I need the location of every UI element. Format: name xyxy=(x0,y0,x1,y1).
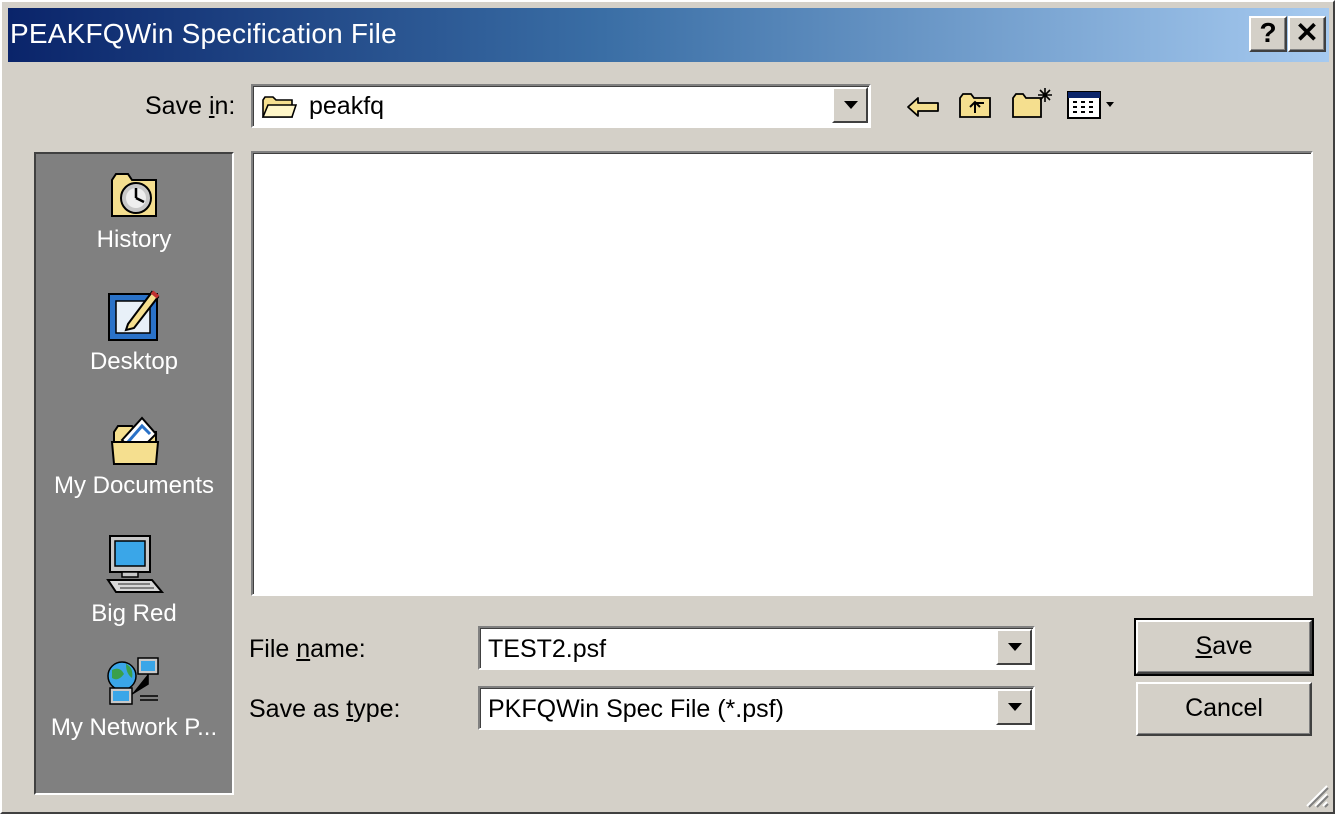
folder-icon xyxy=(261,96,297,118)
network-places-icon xyxy=(107,657,159,705)
window-title: PEAKFQWin Specification File xyxy=(10,18,397,49)
save-in-label: Save in: xyxy=(145,91,235,121)
help-button[interactable]: ? xyxy=(1249,16,1287,52)
history-icon xyxy=(111,173,157,217)
desktop-icon xyxy=(108,290,160,341)
view-menu-icon[interactable] xyxy=(1066,90,1122,120)
chevron-down-icon xyxy=(1008,703,1022,711)
place-desktop[interactable]: Desktop xyxy=(36,288,232,376)
save-dialog: PEAKFQWin Specification File ? ✕ Save in… xyxy=(0,0,1335,814)
save-button-label: ave xyxy=(1212,632,1253,660)
save-type-dropdown-button[interactable] xyxy=(996,689,1032,725)
place-label: My Network P... xyxy=(50,714,218,741)
save-button[interactable]: Save xyxy=(1134,618,1314,676)
chevron-down-icon xyxy=(1008,643,1022,651)
place-label: Desktop xyxy=(89,348,179,375)
places-bar: History Desktop My Documents Big Red My … xyxy=(34,152,234,795)
save-type-combo[interactable]: PKFQWin Spec File (*.psf) xyxy=(478,686,1035,730)
file-list[interactable] xyxy=(251,151,1313,596)
place-history[interactable]: History xyxy=(36,166,232,254)
save-type-label: Save as type: xyxy=(249,694,401,724)
file-name-label-pre: File xyxy=(249,635,297,663)
file-name-input[interactable]: TEST2.psf xyxy=(488,634,606,664)
up-one-level-icon[interactable] xyxy=(958,90,994,120)
file-name-label-post: ame: xyxy=(310,635,366,663)
save-in-label-pre: Save xyxy=(145,92,209,120)
place-label: History xyxy=(96,226,172,253)
save-in-value: peakfq xyxy=(309,92,385,120)
file-name-combo[interactable]: TEST2.psf xyxy=(478,626,1035,670)
resize-grip-icon[interactable] xyxy=(1301,780,1329,808)
save-in-dropdown-button[interactable] xyxy=(832,87,868,123)
title-bar[interactable]: PEAKFQWin Specification File ? ✕ xyxy=(8,8,1329,62)
file-name-dropdown-button[interactable] xyxy=(996,629,1032,665)
chevron-down-icon xyxy=(844,101,858,109)
place-label: Big Red xyxy=(91,600,177,627)
back-arrow-icon[interactable] xyxy=(906,95,940,119)
save-type-value: PKFQWin Spec File (*.psf) xyxy=(488,695,784,723)
save-type-label-pre: Save as xyxy=(249,695,347,723)
save-button-accel: S xyxy=(1195,632,1213,660)
place-label: My Documents xyxy=(53,472,215,499)
place-big-red[interactable]: Big Red xyxy=(36,534,232,628)
save-in-combo[interactable]: peakfq xyxy=(251,84,871,128)
create-new-folder-icon[interactable] xyxy=(1011,86,1053,120)
file-name-label: File name: xyxy=(249,634,366,664)
my-documents-icon xyxy=(110,416,160,465)
save-in-label-post: n: xyxy=(214,92,236,120)
cancel-button[interactable]: Cancel xyxy=(1136,682,1312,736)
place-my-network[interactable]: My Network P... xyxy=(36,654,232,742)
place-my-documents[interactable]: My Documents xyxy=(36,412,232,500)
close-button[interactable]: ✕ xyxy=(1288,16,1326,52)
file-name-label-accel: n xyxy=(296,635,311,663)
save-type-label-post: ype: xyxy=(353,695,401,723)
computer-icon xyxy=(106,535,164,593)
